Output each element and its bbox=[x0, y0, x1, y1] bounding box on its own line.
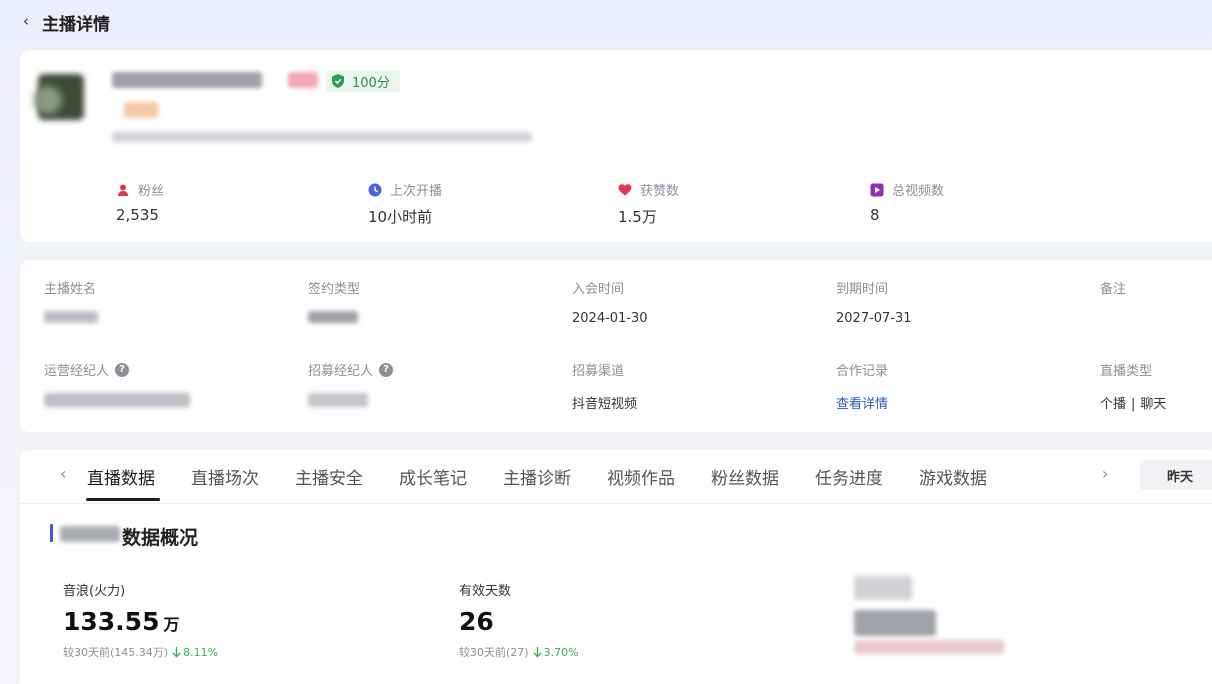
name-blurred bbox=[44, 311, 98, 323]
stat-label: 粉丝 bbox=[138, 184, 165, 199]
tab-diagnosis[interactable]: 主播诊断 bbox=[503, 464, 571, 489]
metric-effective-days: 有效天数 26 较30天前(27) 3.70% bbox=[459, 580, 579, 660]
info-join: 入会时间 2024-01-30 bbox=[572, 278, 648, 326]
info-name: 主播姓名 bbox=[44, 278, 98, 323]
live-type-values: 个播 | 聊天 bbox=[1100, 393, 1166, 412]
info-contract: 签约类型 bbox=[308, 278, 360, 323]
stat-label: 获赞数 bbox=[640, 184, 680, 199]
info-label: 主播姓名 bbox=[44, 282, 97, 297]
info-remark: 备注 bbox=[1100, 278, 1126, 297]
info-recruit-agent: 招募经纪人 ? bbox=[308, 360, 394, 407]
section-marker bbox=[50, 524, 53, 542]
video-icon bbox=[870, 183, 884, 196]
metric-sound-wave: 音浪(火力) 133.55 万 较30天前(145.34万) 8.11% bbox=[63, 580, 218, 660]
avatar-shade bbox=[34, 86, 62, 114]
info-label: 招募渠道 bbox=[572, 364, 625, 379]
info-value: 2027-07-31 bbox=[836, 311, 912, 326]
stat-fans: 粉丝 2,535 bbox=[116, 180, 164, 224]
help-icon[interactable]: ? bbox=[115, 362, 130, 377]
stat-value: 1.5万 bbox=[618, 208, 657, 226]
profile-card: 100分 粉丝 2,535 上次开播 10小时前 获赞数 1.5万 总视频数 8 bbox=[20, 50, 1212, 242]
view-details-link[interactable]: 查看详情 bbox=[836, 393, 888, 412]
metric-change: 8.11% bbox=[183, 645, 219, 659]
third-metric-blurred bbox=[854, 576, 912, 600]
info-ops-agent: 运营经纪人 ? bbox=[44, 360, 190, 407]
help-icon[interactable]: ? bbox=[379, 362, 394, 377]
stat-value: 10小时前 bbox=[368, 208, 433, 226]
shield-icon bbox=[332, 74, 344, 88]
chevron-right-icon[interactable]: › bbox=[1102, 464, 1108, 483]
divider: | bbox=[1131, 397, 1136, 412]
metric-label: 有效天数 bbox=[459, 584, 512, 599]
tab-video-works[interactable]: 视频作品 bbox=[607, 464, 675, 489]
tab-growth-notes[interactable]: 成长笔记 bbox=[399, 464, 467, 489]
stat-value: 8 bbox=[870, 206, 880, 224]
metric-value: 133.55 bbox=[63, 607, 160, 636]
level-badge-blurred bbox=[124, 102, 158, 118]
info-value: 2024-01-30 bbox=[572, 311, 648, 326]
top-bar: ‹ 主播详情 bbox=[0, 0, 1212, 46]
arrow-down-icon bbox=[172, 646, 181, 657]
data-card: ‹ 直播数据 直播场次 主播安全 成长笔记 主播诊断 视频作品 粉丝数据 任务进… bbox=[20, 450, 1212, 684]
stat-value: 2,535 bbox=[116, 206, 159, 224]
metric-compare: 较30天前(27) bbox=[459, 646, 529, 659]
metric-compare: 较30天前(145.34万) bbox=[63, 646, 169, 659]
info-label: 入会时间 bbox=[572, 282, 625, 297]
info-label: 备注 bbox=[1100, 282, 1127, 297]
stat-videos: 总视频数 8 bbox=[870, 180, 944, 224]
tab-live-sessions[interactable]: 直播场次 bbox=[191, 464, 259, 489]
info-value: 抖音短视频 bbox=[572, 397, 638, 412]
arrow-down-icon bbox=[533, 646, 542, 657]
nickname-blurred bbox=[112, 72, 262, 88]
stat-label: 上次开播 bbox=[390, 184, 443, 199]
info-expire: 到期时间 2027-07-31 bbox=[836, 278, 912, 326]
clock-icon bbox=[368, 183, 382, 196]
tag-blurred bbox=[288, 72, 318, 88]
back-icon[interactable]: ‹ bbox=[18, 12, 34, 30]
info-label: 合作记录 bbox=[836, 364, 889, 379]
stat-likes: 获赞数 1.5万 bbox=[618, 180, 679, 227]
info-label: 直播类型 bbox=[1100, 364, 1153, 379]
third-metric-value-blurred bbox=[854, 610, 936, 636]
intro-blurred bbox=[112, 132, 532, 142]
stat-last-live: 上次开播 10小时前 bbox=[368, 180, 442, 227]
tab-fan-data[interactable]: 粉丝数据 bbox=[711, 464, 779, 489]
active-tab-indicator bbox=[86, 498, 160, 501]
metric-value: 26 bbox=[459, 607, 494, 636]
live-type-value: 聊天 bbox=[1140, 397, 1167, 412]
metric-label: 音浪(火力) bbox=[63, 584, 126, 599]
info-coop: 合作记录 查看详情 bbox=[836, 360, 888, 412]
info-label: 招募经纪人 bbox=[308, 364, 374, 379]
contract-blurred bbox=[308, 311, 358, 323]
stat-label: 总视频数 bbox=[892, 184, 945, 199]
live-type-value: 个播 bbox=[1100, 397, 1127, 412]
recruit-agent-blurred bbox=[308, 393, 368, 407]
info-label: 签约类型 bbox=[308, 282, 361, 297]
info-label: 到期时间 bbox=[836, 282, 889, 297]
page-title: 主播详情 bbox=[42, 15, 110, 35]
info-live-type: 直播类型 个播 | 聊天 bbox=[1100, 360, 1166, 412]
tab-task-progress[interactable]: 任务进度 bbox=[815, 464, 883, 489]
metric-unit: 万 bbox=[163, 615, 180, 634]
section-title: 数据概况 bbox=[122, 527, 199, 549]
heart-icon bbox=[618, 183, 632, 195]
tab-streamer-safety[interactable]: 主播安全 bbox=[295, 464, 363, 489]
ops-agent-blurred bbox=[44, 393, 190, 407]
third-metric-sub-blurred bbox=[854, 640, 1004, 654]
tab-bar: ‹ 直播数据 直播场次 主播安全 成长笔记 主播诊断 视频作品 粉丝数据 任务进… bbox=[20, 450, 1212, 504]
info-label: 运营经纪人 bbox=[44, 364, 110, 379]
tab-live-data[interactable]: 直播数据 bbox=[87, 464, 155, 489]
user-icon bbox=[118, 184, 128, 196]
info-card: 主播姓名 签约类型 入会时间 2024-01-30 到期时间 2027-07-3… bbox=[20, 260, 1212, 432]
score-text: 100分 bbox=[352, 75, 390, 91]
info-channel: 招募渠道 抖音短视频 bbox=[572, 360, 637, 412]
section-prefix-blurred bbox=[60, 526, 120, 542]
tab-game-data[interactable]: 游戏数据 bbox=[919, 464, 987, 489]
metric-change: 3.70% bbox=[543, 645, 579, 659]
chevron-left-icon[interactable]: ‹ bbox=[60, 464, 66, 483]
date-filter-button[interactable]: 昨天 bbox=[1140, 460, 1212, 490]
score-badge: 100分 bbox=[326, 70, 400, 92]
